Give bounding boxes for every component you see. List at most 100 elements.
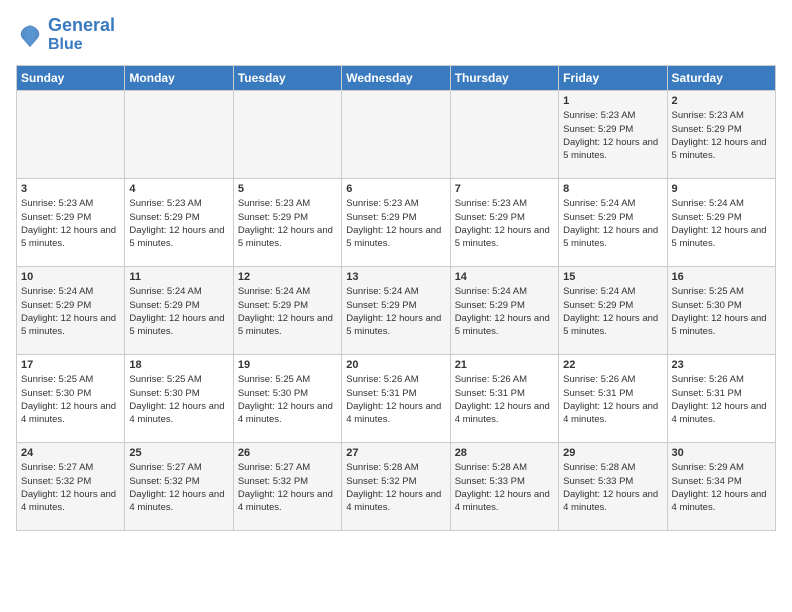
calendar-week-row: 17 Sunrise: 5:25 AMSunset: 5:30 PMDayligh… [17,355,776,443]
day-info: Sunrise: 5:24 AMSunset: 5:29 PMDaylight:… [129,285,228,338]
day-number: 16 [672,271,771,283]
day-info: Sunrise: 5:23 AMSunset: 5:29 PMDaylight:… [672,109,771,162]
calendar: SundayMondayTuesdayWednesdayThursdayFrid… [16,65,776,531]
day-number: 8 [563,183,662,195]
calendar-week-row: 1 Sunrise: 5:23 AMSunset: 5:29 PMDaylight… [17,91,776,179]
day-info: Sunrise: 5:26 AMSunset: 5:31 PMDaylight:… [346,373,445,426]
day-number: 26 [238,447,337,459]
calendar-cell [450,91,558,179]
logo-icon [16,21,44,49]
day-info: Sunrise: 5:28 AMSunset: 5:33 PMDaylight:… [563,461,662,514]
day-header-monday: Monday [125,66,233,91]
day-number: 25 [129,447,228,459]
logo-text: General [48,16,115,36]
calendar-cell: 23 Sunrise: 5:26 AMSunset: 5:31 PMDayligh… [667,355,775,443]
calendar-header-row: SundayMondayTuesdayWednesdayThursdayFrid… [17,66,776,91]
calendar-cell: 17 Sunrise: 5:25 AMSunset: 5:30 PMDayligh… [17,355,125,443]
day-number: 19 [238,359,337,371]
day-number: 5 [238,183,337,195]
calendar-cell: 18Sunrise: 5:25 AMSunset: 5:30 PMDayligh… [125,355,233,443]
day-info: Sunrise: 5:27 AMSunset: 5:32 PMDaylight:… [129,461,228,514]
day-number: 6 [346,183,445,195]
day-info: Sunrise: 5:23 AMSunset: 5:29 PMDaylight:… [563,109,662,162]
day-info: Sunrise: 5:28 AMSunset: 5:32 PMDaylight:… [346,461,445,514]
day-info: Sunrise: 5:25 AMSunset: 5:30 PMDaylight:… [129,373,228,426]
day-info: Sunrise: 5:27 AMSunset: 5:32 PMDaylight:… [238,461,337,514]
day-info: Sunrise: 5:23 AMSunset: 5:29 PMDaylight:… [21,197,120,250]
day-number: 20 [346,359,445,371]
calendar-cell: 24 Sunrise: 5:27 AMSunset: 5:32 PMDayligh… [17,443,125,531]
calendar-cell: 14Sunrise: 5:24 AMSunset: 5:29 PMDayligh… [450,267,558,355]
day-number: 3 [21,183,120,195]
calendar-cell: 30Sunrise: 5:29 AMSunset: 5:34 PMDayligh… [667,443,775,531]
calendar-cell: 29 Sunrise: 5:28 AMSunset: 5:33 PMDayligh… [559,443,667,531]
day-number: 22 [563,359,662,371]
day-number: 30 [672,447,771,459]
calendar-cell: 12 Sunrise: 5:24 AMSunset: 5:29 PMDayligh… [233,267,341,355]
calendar-cell: 3 Sunrise: 5:23 AMSunset: 5:29 PMDaylight… [17,179,125,267]
day-info: Sunrise: 5:23 AMSunset: 5:29 PMDaylight:… [346,197,445,250]
day-number: 4 [129,183,228,195]
day-info: Sunrise: 5:23 AMSunset: 5:29 PMDaylight:… [129,197,228,250]
day-info: Sunrise: 5:24 AMSunset: 5:29 PMDaylight:… [672,197,771,250]
day-number: 1 [563,95,662,107]
calendar-cell: 6 Sunrise: 5:23 AMSunset: 5:29 PMDaylight… [342,179,450,267]
day-number: 24 [21,447,120,459]
calendar-cell: 10 Sunrise: 5:24 AMSunset: 5:29 PMDayligh… [17,267,125,355]
day-number: 27 [346,447,445,459]
day-header-sunday: Sunday [17,66,125,91]
day-number: 13 [346,271,445,283]
calendar-cell: 15Sunrise: 5:24 AMSunset: 5:29 PMDayligh… [559,267,667,355]
day-header-wednesday: Wednesday [342,66,450,91]
calendar-cell: 13 Sunrise: 5:24 AMSunset: 5:29 PMDayligh… [342,267,450,355]
calendar-cell: 1 Sunrise: 5:23 AMSunset: 5:29 PMDaylight… [559,91,667,179]
calendar-cell [342,91,450,179]
page-header: General Blue [16,16,776,53]
calendar-week-row: 24 Sunrise: 5:27 AMSunset: 5:32 PMDayligh… [17,443,776,531]
day-number: 21 [455,359,554,371]
day-info: Sunrise: 5:24 AMSunset: 5:29 PMDaylight:… [21,285,120,338]
day-header-tuesday: Tuesday [233,66,341,91]
calendar-cell: 11Sunrise: 5:24 AMSunset: 5:29 PMDayligh… [125,267,233,355]
calendar-cell: 19 Sunrise: 5:25 AMSunset: 5:30 PMDayligh… [233,355,341,443]
calendar-cell [233,91,341,179]
calendar-cell: 2 Sunrise: 5:23 AMSunset: 5:29 PMDaylight… [667,91,775,179]
day-info: Sunrise: 5:24 AMSunset: 5:29 PMDaylight:… [563,197,662,250]
calendar-cell: 16 Sunrise: 5:25 AMSunset: 5:30 PMDayligh… [667,267,775,355]
day-info: Sunrise: 5:25 AMSunset: 5:30 PMDaylight:… [21,373,120,426]
calendar-cell [17,91,125,179]
day-info: Sunrise: 5:26 AMSunset: 5:31 PMDaylight:… [455,373,554,426]
day-number: 7 [455,183,554,195]
day-info: Sunrise: 5:25 AMSunset: 5:30 PMDaylight:… [672,285,771,338]
logo-subtext: Blue [48,36,115,54]
calendar-cell: 8 Sunrise: 5:24 AMSunset: 5:29 PMDaylight… [559,179,667,267]
day-info: Sunrise: 5:23 AMSunset: 5:29 PMDaylight:… [455,197,554,250]
day-number: 12 [238,271,337,283]
calendar-cell [125,91,233,179]
day-number: 29 [563,447,662,459]
calendar-cell: 20 Sunrise: 5:26 AMSunset: 5:31 PMDayligh… [342,355,450,443]
day-number: 10 [21,271,120,283]
day-number: 23 [672,359,771,371]
day-info: Sunrise: 5:26 AMSunset: 5:31 PMDaylight:… [672,373,771,426]
calendar-week-row: 3 Sunrise: 5:23 AMSunset: 5:29 PMDaylight… [17,179,776,267]
calendar-cell: 7 Sunrise: 5:23 AMSunset: 5:29 PMDaylight… [450,179,558,267]
day-header-saturday: Saturday [667,66,775,91]
logo: General Blue [16,16,115,53]
day-info: Sunrise: 5:24 AMSunset: 5:29 PMDaylight:… [346,285,445,338]
day-info: Sunrise: 5:25 AMSunset: 5:30 PMDaylight:… [238,373,337,426]
calendar-cell: 26 Sunrise: 5:27 AMSunset: 5:32 PMDayligh… [233,443,341,531]
day-info: Sunrise: 5:24 AMSunset: 5:29 PMDaylight:… [238,285,337,338]
day-number: 17 [21,359,120,371]
calendar-cell: 9Sunrise: 5:24 AMSunset: 5:29 PMDaylight… [667,179,775,267]
calendar-cell: 5Sunrise: 5:23 AMSunset: 5:29 PMDaylight… [233,179,341,267]
calendar-week-row: 10 Sunrise: 5:24 AMSunset: 5:29 PMDayligh… [17,267,776,355]
day-header-friday: Friday [559,66,667,91]
calendar-cell: 27 Sunrise: 5:28 AMSunset: 5:32 PMDayligh… [342,443,450,531]
calendar-cell: 21 Sunrise: 5:26 AMSunset: 5:31 PMDayligh… [450,355,558,443]
day-info: Sunrise: 5:28 AMSunset: 5:33 PMDaylight:… [455,461,554,514]
day-number: 28 [455,447,554,459]
day-number: 2 [672,95,771,107]
day-info: Sunrise: 5:27 AMSunset: 5:32 PMDaylight:… [21,461,120,514]
day-header-thursday: Thursday [450,66,558,91]
